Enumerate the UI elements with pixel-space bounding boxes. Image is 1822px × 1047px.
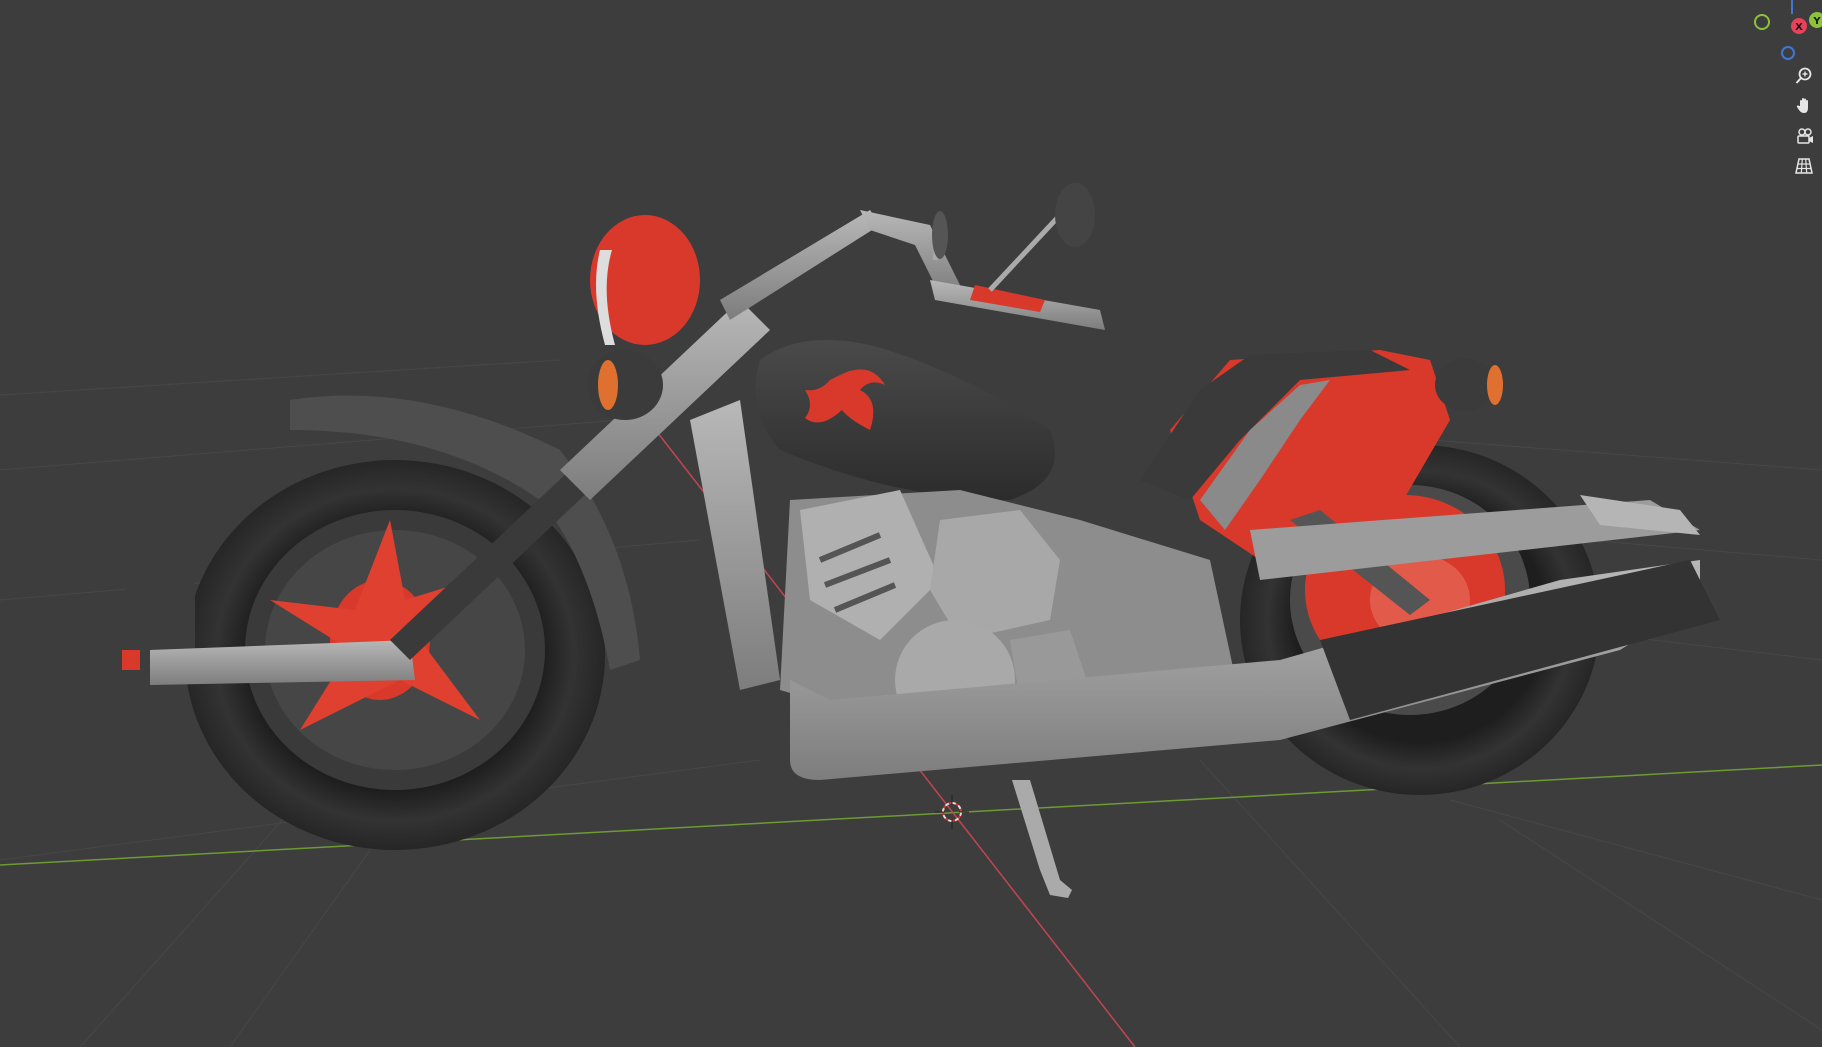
3d-viewport[interactable]: X Y xyxy=(0,0,1822,1047)
front-reflector xyxy=(122,650,140,670)
zoom-icon xyxy=(1795,67,1812,84)
kickstand xyxy=(1012,780,1072,898)
camera-view-icon xyxy=(1797,128,1813,144)
pan-hand-icon xyxy=(1796,98,1808,113)
zoom-button[interactable] xyxy=(1790,62,1818,90)
fuel-tank xyxy=(755,340,1055,500)
neg-z-handle[interactable] xyxy=(1781,46,1795,60)
pan-button[interactable] xyxy=(1790,92,1818,120)
ortho-toggle-button[interactable] xyxy=(1790,152,1818,180)
tail-light-lens xyxy=(1487,365,1503,405)
x-axis-label: X xyxy=(1795,22,1803,33)
neg-y-handle[interactable] xyxy=(1754,14,1770,30)
handlebars xyxy=(720,183,1105,330)
camera-view-button[interactable] xyxy=(1790,122,1818,150)
navigation-gizmo[interactable]: X Y xyxy=(1732,0,1822,60)
viewport-scene[interactable] xyxy=(0,0,1822,1047)
ortho-grid-icon xyxy=(1795,158,1813,174)
y-axis-label: Y xyxy=(1812,16,1821,27)
frame-tube xyxy=(690,400,780,690)
tail-light xyxy=(1435,359,1495,411)
